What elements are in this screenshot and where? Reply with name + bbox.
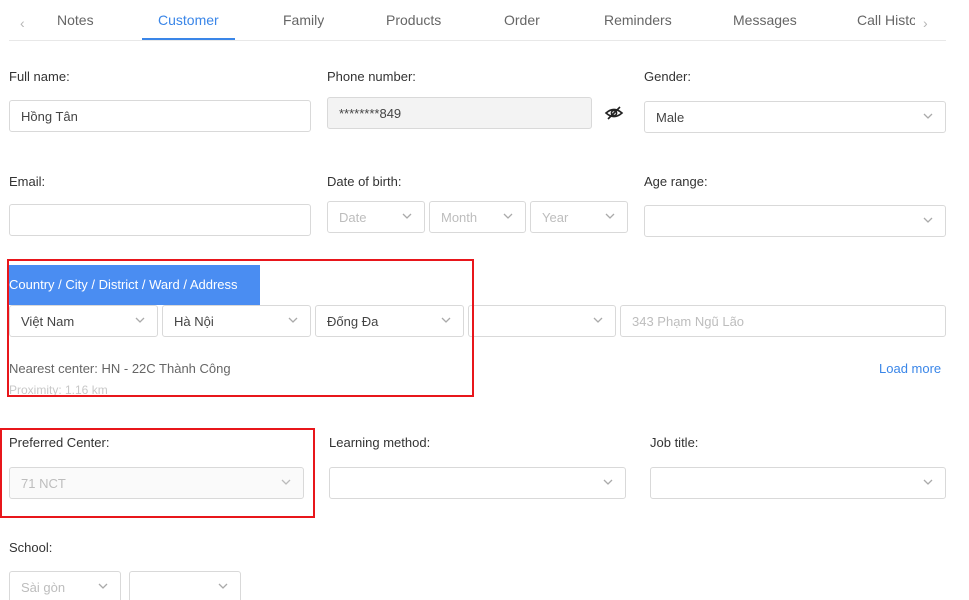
street-address-input[interactable]: 343 Phạm Ngũ Lão xyxy=(620,305,946,337)
preferred-center-highlight-box xyxy=(0,428,315,518)
full-name-label: Full name: xyxy=(9,69,70,84)
tab-call-history[interactable]: Call Histo xyxy=(857,12,915,28)
school-label: School: xyxy=(9,540,53,555)
age-range-select[interactable] xyxy=(644,205,946,237)
chevron-down-icon xyxy=(593,317,603,323)
dob-month-placeholder: Month xyxy=(441,210,478,225)
street-address-placeholder: 343 Phạm Ngũ Lão xyxy=(632,314,745,329)
school-value: Sài gòn xyxy=(21,580,66,595)
ward-select[interactable] xyxy=(468,305,616,337)
tab-reminders[interactable]: Reminders xyxy=(604,12,672,28)
job-title-select[interactable] xyxy=(650,467,946,499)
phone-number-input[interactable]: ********849 xyxy=(327,97,592,129)
learning-method-label: Learning method: xyxy=(329,435,431,450)
tab-notes[interactable]: Notes xyxy=(57,12,94,28)
tab-order[interactable]: Order xyxy=(504,12,540,28)
tab-bar: ‹ Notes Customer Family Products Order R… xyxy=(9,0,946,41)
email-input[interactable] xyxy=(9,204,311,236)
job-title-label: Job title: xyxy=(650,435,699,450)
chevron-down-icon xyxy=(503,213,513,219)
load-more-link[interactable]: Load more xyxy=(879,361,941,376)
chevron-down-icon xyxy=(218,583,228,589)
chevron-down-icon xyxy=(605,213,615,219)
gender-label: Gender: xyxy=(644,69,691,84)
dob-month-select[interactable]: Month xyxy=(429,201,526,233)
chevron-down-icon xyxy=(603,479,613,485)
dob-year-placeholder: Year xyxy=(542,210,569,225)
date-of-birth-label: Date of birth: xyxy=(327,174,402,189)
active-tab-indicator xyxy=(142,38,235,40)
chevron-down-icon xyxy=(402,213,412,219)
full-name-value: Hồng Tân xyxy=(21,109,78,124)
address-highlight-box xyxy=(7,259,474,397)
gender-value: Male xyxy=(656,110,685,125)
tab-products[interactable]: Products xyxy=(386,12,441,28)
school-select[interactable]: Sài gòn xyxy=(9,571,121,600)
chevron-down-icon xyxy=(923,113,933,119)
tab-family[interactable]: Family xyxy=(283,12,324,28)
tab-customer[interactable]: Customer xyxy=(158,12,219,28)
dob-year-select[interactable]: Year xyxy=(530,201,628,233)
eye-off-icon[interactable] xyxy=(604,105,624,121)
chevron-down-icon xyxy=(923,479,933,485)
chevron-down-icon xyxy=(923,217,933,223)
email-label: Email: xyxy=(9,174,46,189)
school-secondary-select[interactable] xyxy=(129,571,241,600)
learning-method-select[interactable] xyxy=(329,467,626,499)
chevron-down-icon xyxy=(98,583,108,589)
tab-messages[interactable]: Messages xyxy=(733,12,797,28)
tab-next-arrow-icon[interactable]: › xyxy=(923,16,928,30)
phone-number-label: Phone number: xyxy=(327,69,416,84)
gender-select[interactable]: Male xyxy=(644,101,946,133)
phone-number-value: ********849 xyxy=(339,106,402,121)
dob-day-select[interactable]: Date xyxy=(327,201,425,233)
tab-prev-arrow-icon[interactable]: ‹ xyxy=(20,16,25,30)
full-name-input[interactable]: Hồng Tân xyxy=(9,100,311,132)
age-range-label: Age range: xyxy=(644,174,708,189)
dob-day-placeholder: Date xyxy=(339,210,367,225)
